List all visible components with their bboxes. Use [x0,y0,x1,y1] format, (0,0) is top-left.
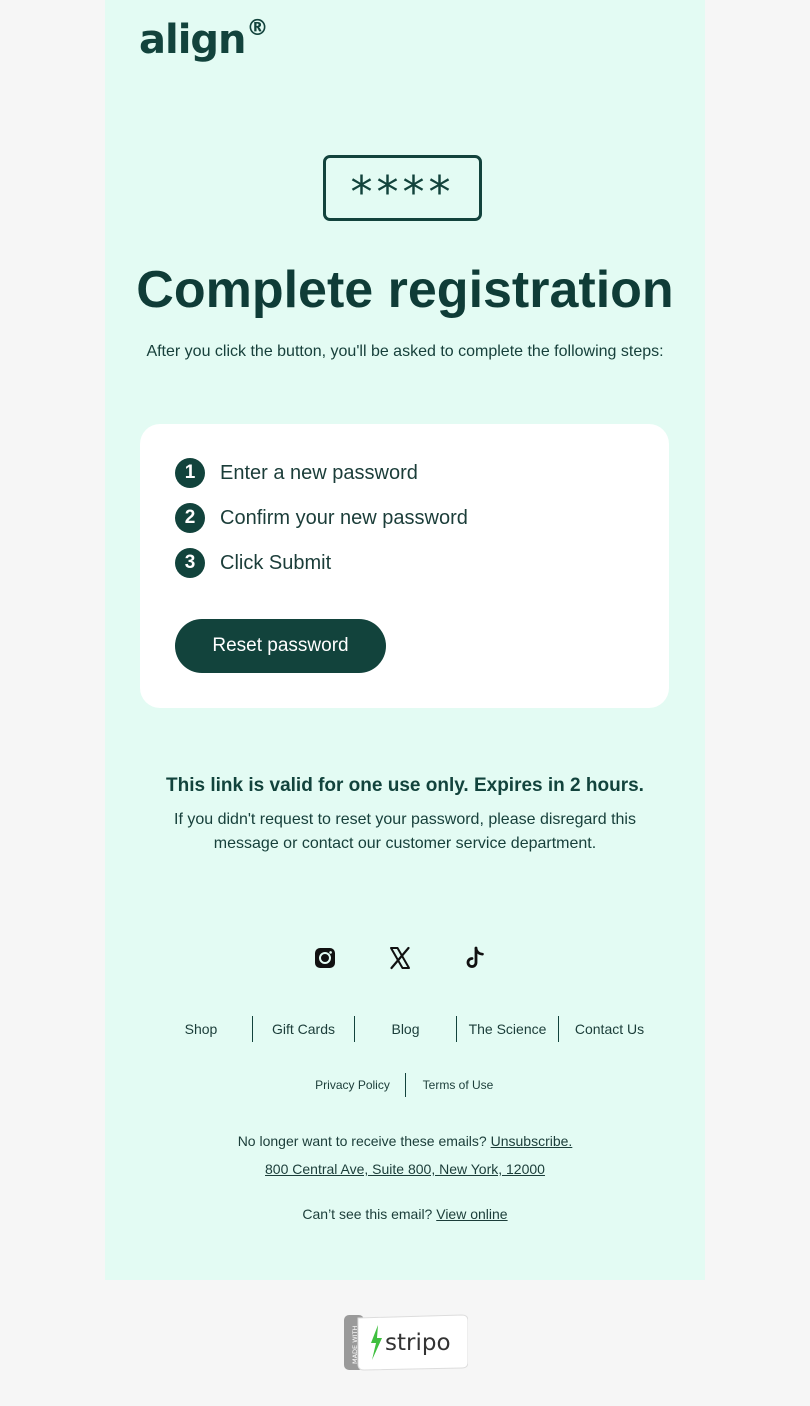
footer-nav: Shop Gift Cards Blog The Science Contact… [150,1016,660,1042]
nav-link-blog[interactable]: Blog [354,1016,456,1042]
privacy-policy-link[interactable]: Privacy Policy [300,1073,405,1097]
step-item: 1 Enter a new password [175,457,418,489]
x-icon[interactable] [386,944,414,972]
unsubscribe-link[interactable]: Unsubscribe. [491,1133,573,1149]
address-line: 800 Central Ave, Suite 800, New York, 12… [105,1159,705,1179]
step-number-badge: 2 [175,503,205,533]
instagram-icon[interactable] [311,944,339,972]
step-label: Click Submit [220,551,332,574]
stripo-wordmark: stripo [385,1330,451,1356]
legal-links: Privacy Policy Terms of Use [300,1073,510,1097]
step-number-badge: 1 [175,458,205,488]
terms-of-use-link[interactable]: Terms of Use [405,1073,510,1097]
view-online-prefix: Can’t see this email? [302,1206,433,1222]
password-mask-illustration: **** [323,155,482,221]
step-item: 2 Confirm your new password [175,502,468,534]
intro-text: After you click the button, you'll be as… [146,343,664,360]
nav-link-shop[interactable]: Shop [150,1016,252,1042]
step-item: 3 Click Submit [175,547,331,579]
view-online-line: Can’t see this email? View online [105,1204,705,1224]
logo-text: align [139,17,247,63]
nav-link-the-science[interactable]: The Science [456,1016,558,1042]
step-number-badge: 3 [175,548,205,578]
link-validity-notice: This link is valid for one use only. Exp… [166,775,644,796]
nav-link-gift-cards[interactable]: Gift Cards [252,1016,354,1042]
steps-card: 1 Enter a new password 2 Confirm your ne… [140,424,669,708]
made-with-stripo-badge[interactable]: MADE WITH stripo [344,1314,468,1371]
reset-password-button[interactable]: Reset password [175,619,386,673]
page-title: Complete registration [136,261,674,319]
address-link[interactable]: 800 Central Ave, Suite 800, New York, 12… [265,1161,545,1177]
unsubscribe-line: No longer want to receive these emails? … [105,1131,705,1151]
nav-link-contact-us[interactable]: Contact Us [558,1016,660,1042]
logo-registered-mark: ® [246,15,269,41]
brand-logo[interactable]: align® [139,17,269,63]
tiktok-icon[interactable] [461,944,489,972]
view-online-link[interactable]: View online [436,1206,507,1222]
unsubscribe-prefix: No longer want to receive these emails? [237,1133,487,1149]
step-label: Enter a new password [220,461,418,484]
email-container: align® **** Complete registration After … [105,0,705,1280]
step-label: Confirm your new password [220,506,468,529]
disregard-notice: If you didn't request to reset your pass… [174,811,636,852]
